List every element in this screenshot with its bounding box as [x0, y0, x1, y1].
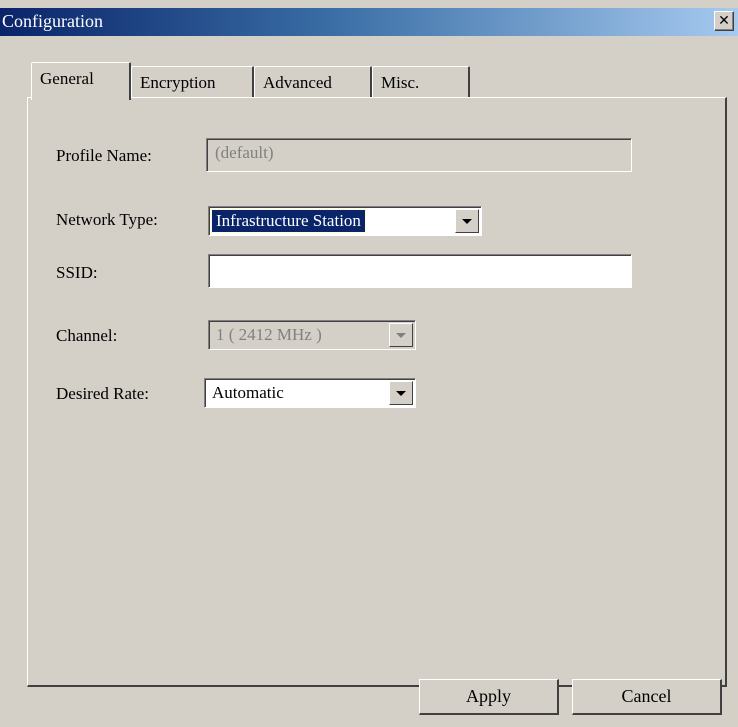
- tab-general[interactable]: General: [31, 62, 131, 100]
- tab-misc-label: Misc.: [381, 73, 420, 92]
- chevron-down-icon: [396, 332, 406, 338]
- tab-encryption-label: Encryption: [140, 73, 216, 92]
- channel-dropdown-button: [389, 323, 413, 347]
- tab-advanced-label: Advanced: [263, 73, 332, 92]
- channel-select: 1 ( 2412 MHz ): [208, 320, 416, 350]
- tab-encryption[interactable]: Encryption: [131, 66, 254, 98]
- tab-misc[interactable]: Misc.: [372, 66, 470, 98]
- tab-advanced[interactable]: Advanced: [254, 66, 372, 98]
- desired-rate-dropdown-button[interactable]: [389, 381, 413, 405]
- window-title: Configuration: [2, 11, 103, 31]
- network-type-label: Network Type:: [56, 210, 158, 229]
- network-type-dropdown-button[interactable]: [455, 209, 479, 233]
- apply-button-label: Apply: [466, 686, 511, 706]
- desired-rate-select[interactable]: Automatic: [204, 378, 416, 408]
- tab-general-label: General: [40, 69, 94, 88]
- chevron-down-icon: [462, 218, 472, 224]
- profile-name-value: (default): [215, 143, 274, 162]
- close-icon: ✕: [718, 13, 730, 29]
- chevron-down-icon: [396, 390, 406, 396]
- network-type-value: Infrastructure Station: [211, 209, 366, 233]
- general-panel: Profile Name: (default) Network Type: In…: [27, 97, 727, 687]
- close-button[interactable]: ✕: [714, 11, 734, 31]
- apply-button[interactable]: Apply: [419, 679, 559, 715]
- cancel-button[interactable]: Cancel: [572, 679, 722, 715]
- profile-name-field: (default): [206, 138, 632, 172]
- channel-label: Channel:: [56, 326, 118, 345]
- desired-rate-value: Automatic: [212, 383, 284, 402]
- network-type-select[interactable]: Infrastructure Station: [208, 206, 482, 236]
- configuration-dialog: Configuration ✕ General Encryption Advan…: [0, 0, 738, 727]
- ssid-label: SSID:: [56, 263, 98, 282]
- ssid-input[interactable]: [208, 254, 632, 288]
- profile-name-label: Profile Name:: [56, 146, 152, 165]
- title-bar: Configuration ✕: [0, 8, 738, 36]
- cancel-button-label: Cancel: [621, 686, 672, 706]
- channel-value: 1 ( 2412 MHz ): [216, 325, 322, 344]
- desired-rate-label: Desired Rate:: [56, 384, 149, 403]
